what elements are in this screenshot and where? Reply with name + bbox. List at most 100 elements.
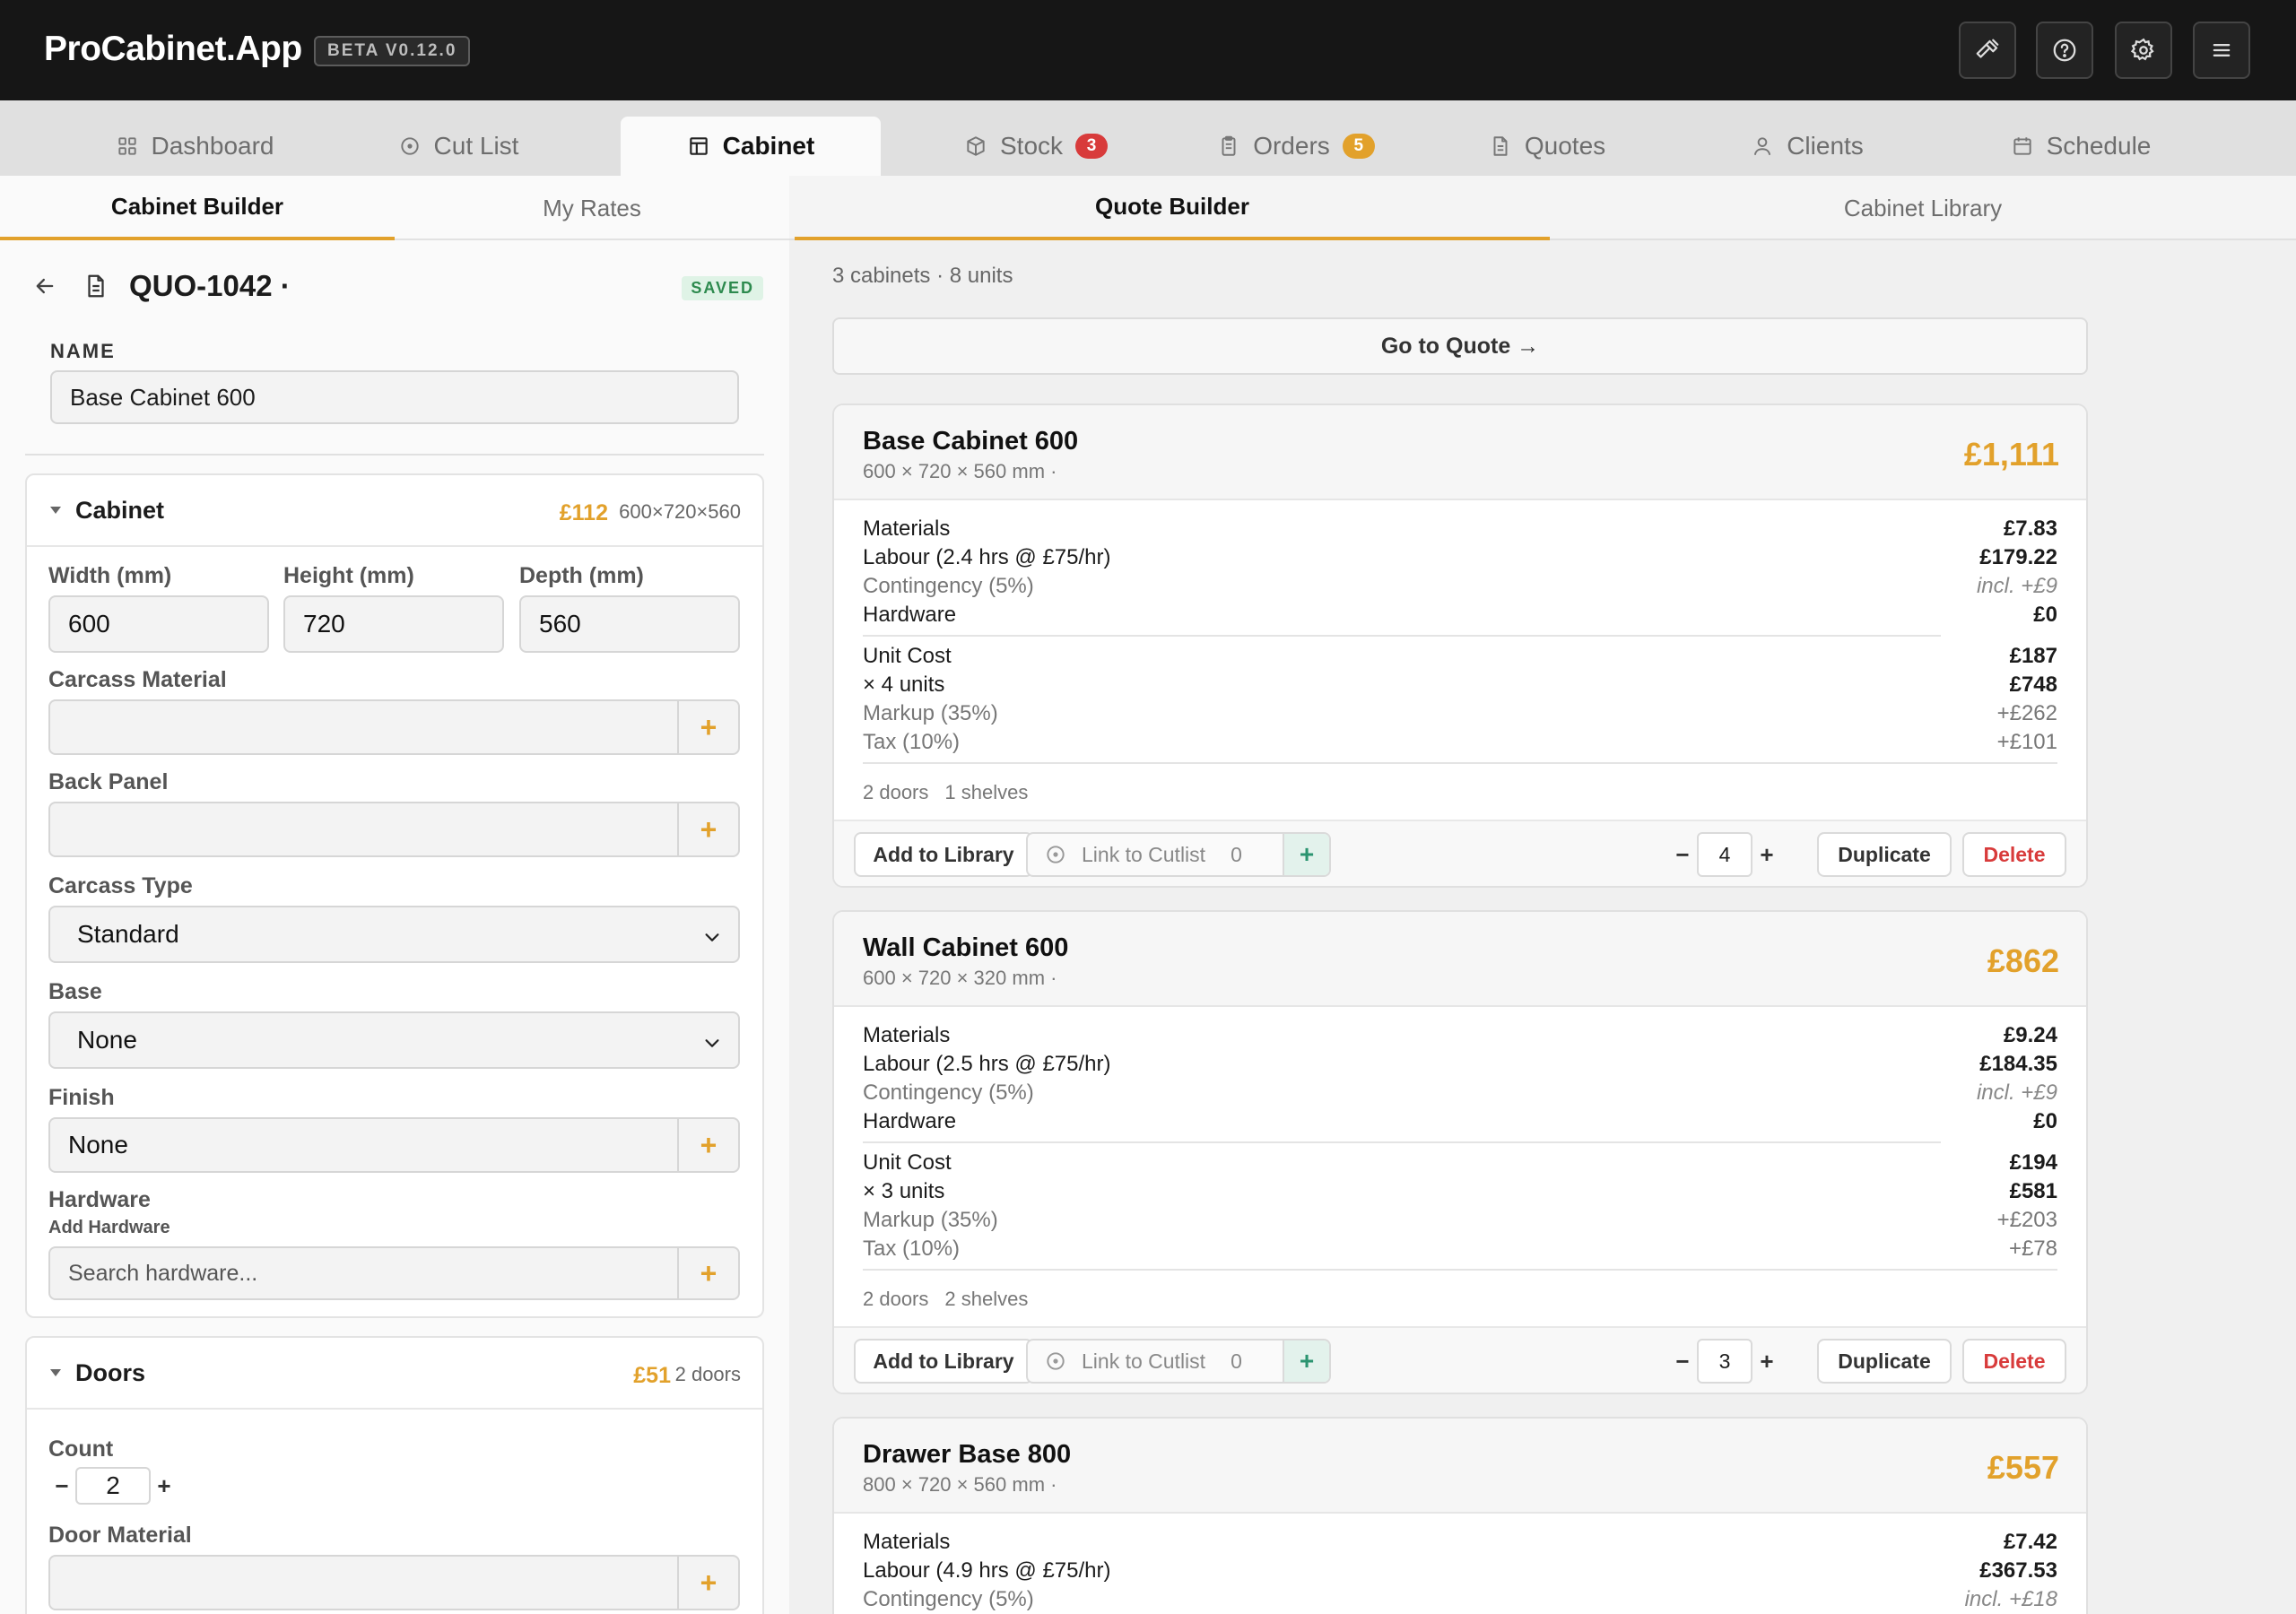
- hardware-label: Hardware: [48, 1187, 151, 1212]
- add-back-panel-button[interactable]: +: [677, 803, 738, 855]
- door-material-label: Door Material: [48, 1523, 192, 1548]
- cabinet-section-header[interactable]: Cabinet £112 600×720×560: [27, 475, 762, 547]
- cabinet-name-input[interactable]: [50, 370, 739, 424]
- tab-schedule[interactable]: Schedule: [1964, 117, 2197, 176]
- decrement-button[interactable]: −: [1668, 832, 1697, 877]
- duplicate-button[interactable]: Duplicate: [1817, 1339, 1952, 1384]
- row-label: Contingency (5%): [863, 574, 1034, 598]
- finish-field[interactable]: None +: [48, 1117, 740, 1173]
- menu-button[interactable]: [2193, 22, 2250, 79]
- materials-row: Materials £9.24: [863, 1021, 2057, 1050]
- link-to-cutlist-control[interactable]: Link to Cutlist 0 +: [1026, 832, 1331, 877]
- settings-button[interactable]: [2115, 22, 2172, 79]
- card-header[interactable]: Base Cabinet 600 600 × 720 × 560 mm · £1…: [834, 405, 2086, 500]
- tab-cabinet-library[interactable]: Cabinet Library: [1550, 176, 2296, 240]
- help-icon: [2051, 37, 2078, 64]
- section-dims: 600×720×560: [619, 500, 741, 523]
- card-title: Wall Cabinet 600: [863, 933, 1069, 962]
- delete-button[interactable]: Delete: [1962, 832, 2066, 877]
- add-hardware-label: Add Hardware: [48, 1218, 170, 1237]
- tab-label: Quotes: [1524, 132, 1606, 160]
- tab-dashboard[interactable]: Dashboard: [83, 117, 307, 176]
- row-label: Materials: [863, 516, 951, 541]
- quote-header: QUO-1042 · SAVED: [32, 264, 763, 308]
- app-brand[interactable]: ProCabinet.App: [44, 30, 302, 69]
- increment-button[interactable]: +: [151, 1468, 178, 1504]
- row-value: +£262: [1996, 701, 2057, 725]
- tab-cabinet-builder[interactable]: Cabinet Builder: [0, 176, 395, 240]
- tab-orders[interactable]: Orders 5: [1184, 117, 1408, 176]
- decrement-button[interactable]: −: [48, 1468, 75, 1504]
- row-value: +£203: [1996, 1208, 2057, 1232]
- hardware-search-input[interactable]: Search hardware... +: [48, 1246, 740, 1300]
- row-value: £367.53: [1979, 1558, 2057, 1583]
- section-summary: 2 doors: [674, 1363, 741, 1385]
- carcass-material-field[interactable]: +: [48, 699, 740, 755]
- delete-button[interactable]: Delete: [1962, 1339, 2066, 1384]
- section-title: Doors: [75, 1358, 146, 1386]
- orders-count-badge: 5: [1342, 134, 1375, 159]
- tab-label: Cut List: [433, 132, 519, 160]
- add-door-material-button[interactable]: +: [677, 1557, 738, 1609]
- carcass-type-value: Standard: [77, 920, 179, 948]
- section-price: £51: [633, 1363, 671, 1388]
- section-title: Cabinet: [75, 496, 165, 524]
- contingency-row: Contingency (5%) incl. +£18: [863, 1585, 2057, 1614]
- help-button[interactable]: [2036, 22, 2093, 79]
- quantity-value[interactable]: 3: [1697, 1339, 1752, 1384]
- card-tags: 2 doors 2 shelves: [863, 1276, 2057, 1323]
- tab-clients[interactable]: Clients: [1695, 117, 1919, 176]
- tab-stock[interactable]: Stock 3: [924, 117, 1148, 176]
- tab-cabinet[interactable]: Cabinet: [621, 117, 881, 176]
- add-hardware-button[interactable]: +: [677, 1248, 738, 1298]
- shelves-tag: 1 shelves: [944, 781, 1029, 803]
- increment-button[interactable]: +: [1752, 832, 1781, 877]
- chevron-down-icon: [702, 1033, 722, 1053]
- base-select[interactable]: None: [48, 1011, 740, 1069]
- back-arrow-icon[interactable]: [32, 273, 57, 299]
- cabinet-card: Drawer Base 800 800 × 720 × 560 mm · £55…: [832, 1417, 2088, 1614]
- depth-input[interactable]: 560: [519, 595, 740, 653]
- divider: [863, 762, 2057, 764]
- back-panel-field[interactable]: +: [48, 802, 740, 857]
- document-icon: [83, 273, 109, 299]
- add-to-library-button[interactable]: Add to Library: [854, 1339, 1033, 1384]
- row-label: Unit Cost: [863, 644, 952, 668]
- unit-cost-row: Unit Cost £194: [863, 1149, 2057, 1177]
- door-count-value[interactable]: 2: [75, 1467, 151, 1505]
- cabinet-icon: [687, 134, 710, 158]
- quantity-value[interactable]: 4: [1697, 832, 1752, 877]
- card-header[interactable]: Wall Cabinet 600 600 × 720 × 320 mm · £8…: [834, 912, 2086, 1007]
- add-finish-button[interactable]: +: [677, 1119, 738, 1171]
- tab-quote-builder[interactable]: Quote Builder: [795, 176, 1550, 240]
- duplicate-button[interactable]: Duplicate: [1817, 832, 1952, 877]
- card-footer: Add to Library Link to Cutlist 0 + − 4 +…: [834, 820, 2086, 886]
- carcass-type-select[interactable]: Standard: [48, 906, 740, 963]
- add-to-library-button[interactable]: Add to Library: [854, 832, 1033, 877]
- add-carcass-material-button[interactable]: +: [677, 701, 738, 753]
- base-label: Base: [48, 979, 102, 1004]
- labour-row: Labour (4.9 hrs @ £75/hr) £367.53: [863, 1557, 2057, 1585]
- contingency-row: Contingency (5%) incl. +£9: [863, 1079, 2057, 1107]
- tab-my-rates[interactable]: My Rates: [395, 176, 789, 240]
- hammer-icon: [1974, 37, 2001, 64]
- tools-button[interactable]: [1959, 22, 2016, 79]
- tab-cut-list[interactable]: Cut List: [346, 117, 570, 176]
- door-material-field[interactable]: +: [48, 1555, 740, 1610]
- link-to-cutlist-control[interactable]: Link to Cutlist 0 +: [1026, 1339, 1331, 1384]
- decrement-button[interactable]: −: [1668, 1339, 1697, 1384]
- card-header[interactable]: Drawer Base 800 800 × 720 × 560 mm · £55…: [834, 1419, 2086, 1514]
- increment-button[interactable]: +: [1752, 1339, 1781, 1384]
- height-input[interactable]: 720: [283, 595, 504, 653]
- go-to-quote-button[interactable]: Go to Quote →: [832, 317, 2088, 375]
- user-icon: [1751, 134, 1774, 158]
- width-input[interactable]: 600: [48, 595, 269, 653]
- row-value: £7.83: [2003, 516, 2057, 541]
- doors-section-header[interactable]: Doors £51 2 doors: [27, 1338, 762, 1410]
- tab-quotes[interactable]: Quotes: [1435, 117, 1659, 176]
- add-cutlist-link-button[interactable]: +: [1283, 1341, 1329, 1382]
- card-title: Base Cabinet 600: [863, 427, 1079, 456]
- target-icon: [1044, 1349, 1067, 1373]
- add-cutlist-link-button[interactable]: +: [1283, 834, 1329, 875]
- height-label: Height (mm): [283, 563, 414, 588]
